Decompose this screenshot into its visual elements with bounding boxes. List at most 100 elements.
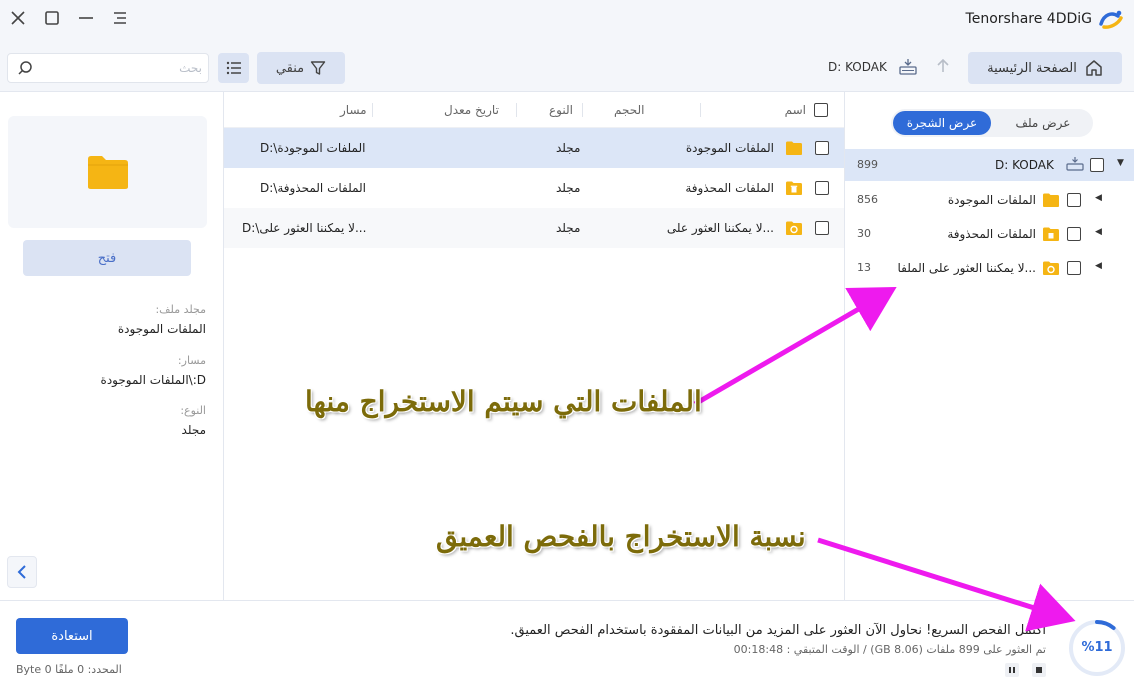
close-button[interactable] bbox=[6, 6, 30, 30]
row-checkbox[interactable] bbox=[815, 221, 829, 235]
folder-icon bbox=[87, 156, 128, 189]
maximize-button[interactable] bbox=[40, 6, 64, 30]
search-icon[interactable] bbox=[17, 60, 33, 79]
app-brand: Tenorshare 4DDiG bbox=[966, 8, 1124, 30]
row-path: D:\الملفات الموجودة bbox=[260, 141, 366, 155]
tree-label: D: KODAK bbox=[995, 158, 1054, 172]
lost-folder-icon bbox=[1043, 261, 1059, 275]
row-name: الملفات الموجودة bbox=[685, 141, 774, 155]
minimize-button[interactable] bbox=[74, 6, 98, 30]
home-label: الصفحة الرئيسية bbox=[987, 60, 1077, 76]
collapse-triangle-icon[interactable]: ▼ bbox=[1117, 158, 1124, 168]
tree-root[interactable]: 899 D: KODAK ▼ bbox=[845, 149, 1134, 181]
recover-button[interactable]: استعادة bbox=[16, 618, 128, 654]
folder-icon bbox=[1043, 193, 1059, 207]
column-path[interactable]: مسار bbox=[340, 103, 367, 117]
tree-checkbox[interactable] bbox=[1067, 193, 1081, 207]
menu-button[interactable] bbox=[108, 6, 132, 30]
tree-checkbox[interactable] bbox=[1067, 261, 1081, 275]
search-box bbox=[7, 53, 209, 83]
tree-count: 30 bbox=[857, 227, 871, 240]
tree-label: لا يمكننا العثور على الملفا... bbox=[897, 261, 1036, 275]
table-row[interactable]: الملفات المحذوفة مجلد D:\الملفات المحذوف… bbox=[224, 168, 844, 208]
chevron-left-icon bbox=[17, 565, 26, 579]
tab-file-view[interactable]: عرض ملف bbox=[995, 111, 1091, 135]
selected-info: المحدد: 0 ملفًا 0 Byte bbox=[16, 663, 122, 676]
drive-icon bbox=[898, 58, 918, 79]
row-path: D:\الملفات المحذوفة bbox=[260, 181, 367, 195]
meta-type-value: مجلد bbox=[181, 423, 206, 437]
preview-panel: فتح مجلد ملف: الملفات الموجودة مسار: D:\… bbox=[0, 92, 224, 600]
column-size[interactable]: الحجم bbox=[614, 103, 644, 117]
home-icon bbox=[1086, 60, 1102, 76]
tree-label: الملفات المحذوفة bbox=[947, 227, 1036, 241]
tree-item[interactable]: 13 لا يمكننا العثور على الملفا... ◀ bbox=[845, 252, 1134, 284]
toolbar: منقي D: KODAK الصفحة الرئيسية bbox=[0, 40, 1134, 92]
breadcrumb-drive: D: KODAK bbox=[828, 60, 887, 74]
home-button[interactable]: الصفحة الرئيسية bbox=[968, 52, 1122, 84]
table-header: اسم الحجم النوع تاريخ معدل مسار bbox=[224, 92, 844, 128]
tree-checkbox[interactable] bbox=[1067, 227, 1081, 241]
up-arrow-icon[interactable] bbox=[934, 57, 952, 78]
expand-triangle-icon[interactable]: ◀ bbox=[1095, 193, 1102, 203]
list-view-button[interactable] bbox=[218, 53, 249, 83]
tree-label: الملفات الموجودة bbox=[947, 193, 1036, 207]
deleted-folder-icon bbox=[1043, 227, 1059, 241]
column-type[interactable]: النوع bbox=[549, 103, 573, 117]
recover-label: استعادة bbox=[51, 628, 93, 644]
view-tabs: عرض الشجرة عرض ملف bbox=[891, 109, 1093, 137]
preview-thumbnail bbox=[8, 116, 207, 228]
tree-checkbox[interactable] bbox=[1090, 158, 1104, 172]
expand-triangle-icon[interactable]: ◀ bbox=[1095, 261, 1102, 271]
folder-icon bbox=[786, 141, 802, 155]
close-icon bbox=[11, 11, 25, 25]
deleted-folder-icon bbox=[786, 181, 802, 195]
lost-folder-icon bbox=[786, 221, 802, 235]
pause-button[interactable] bbox=[1005, 663, 1019, 677]
meta-path-value: D:\الملفات الموجودة bbox=[100, 373, 206, 387]
scan-status-details: تم العثور على 899 ملفات (GB 8.06) / الوق… bbox=[733, 643, 1046, 656]
title-bar: Tenorshare 4DDiG bbox=[0, 0, 1134, 40]
tree-item[interactable]: 856 الملفات الموجودة ◀ bbox=[845, 184, 1134, 216]
tree-count: 899 bbox=[857, 158, 878, 171]
stop-icon bbox=[1036, 667, 1042, 673]
meta-path-key: مسار: bbox=[177, 354, 206, 367]
row-path: D:\لا يمكننا العثور على... bbox=[242, 221, 367, 235]
meta-folder: مجلد ملف: الملفات الموجودة bbox=[118, 303, 206, 336]
list-icon bbox=[226, 61, 241, 75]
tree-count: 13 bbox=[857, 261, 871, 274]
tree-item[interactable]: 30 الملفات المحذوفة ◀ bbox=[845, 218, 1134, 250]
window-controls bbox=[6, 6, 132, 30]
status-footer: استعادة المحدد: 0 ملفًا 0 Byte اكتمل الف… bbox=[0, 600, 1134, 693]
pause-icon bbox=[1009, 667, 1015, 673]
meta-type: النوع: مجلد bbox=[180, 404, 206, 437]
meta-path: مسار: D:\الملفات الموجودة bbox=[101, 354, 206, 387]
row-name: لا يمكننا العثور على... bbox=[666, 221, 774, 235]
row-checkbox[interactable] bbox=[815, 181, 829, 195]
row-checkbox[interactable] bbox=[815, 141, 829, 155]
column-name[interactable]: اسم bbox=[785, 103, 806, 117]
scan-status-message: اكتمل الفحص السريع! نحاول الآن العثور عل… bbox=[510, 623, 1046, 638]
table-row[interactable]: لا يمكننا العثور على... مجلد D:\لا يمكنن… bbox=[224, 208, 844, 248]
menu-icon bbox=[114, 12, 126, 24]
expand-triangle-icon[interactable]: ◀ bbox=[1095, 227, 1102, 237]
filter-button[interactable]: منقي bbox=[257, 52, 345, 84]
row-type: مجلد bbox=[556, 221, 581, 235]
select-all-checkbox[interactable] bbox=[814, 103, 828, 117]
drive-icon bbox=[1066, 157, 1084, 171]
open-button[interactable]: فتح bbox=[23, 240, 191, 276]
progress-percent: %11 bbox=[1081, 640, 1113, 655]
app-logo-icon bbox=[1099, 10, 1123, 29]
column-modified[interactable]: تاريخ معدل bbox=[444, 103, 499, 117]
tree-count: 856 bbox=[857, 193, 878, 206]
collapse-panel-button[interactable] bbox=[7, 556, 37, 588]
stop-button[interactable] bbox=[1032, 663, 1046, 677]
meta-folder-key: مجلد ملف: bbox=[155, 303, 206, 316]
table-row[interactable]: الملفات الموجودة مجلد D:\الملفات الموجود… bbox=[224, 128, 844, 168]
row-name: الملفات المحذوفة bbox=[685, 181, 774, 195]
search-input[interactable] bbox=[42, 59, 202, 77]
filter-icon bbox=[310, 61, 326, 75]
meta-folder-value: الملفات الموجودة bbox=[117, 322, 206, 336]
open-label: فتح bbox=[97, 250, 117, 266]
tab-tree-view[interactable]: عرض الشجرة bbox=[893, 111, 991, 135]
